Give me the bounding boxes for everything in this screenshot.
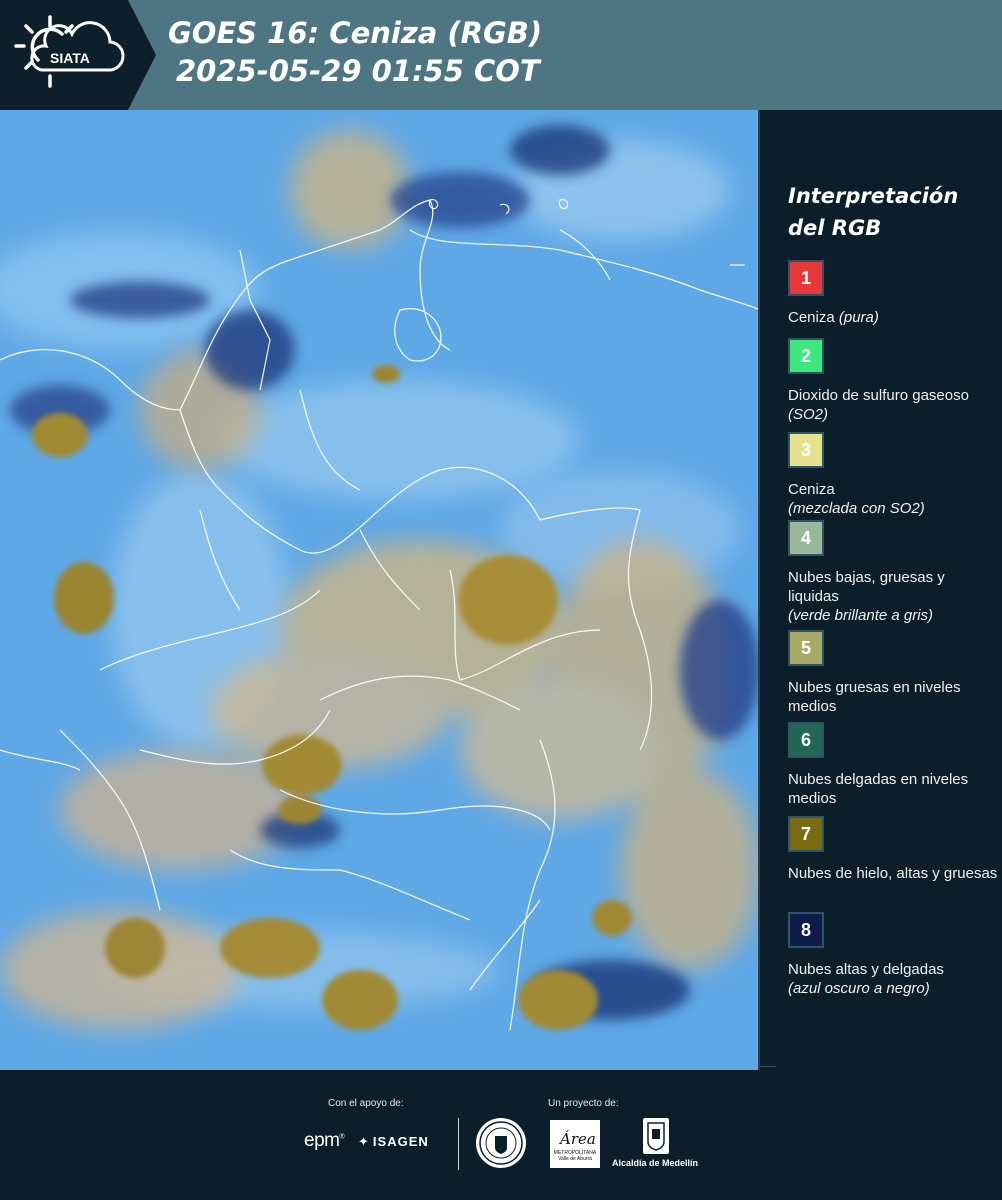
legend-label: Nubes altas y delgadas (azul oscuro a neg… [788,960,998,998]
legend-swatch: 3 [788,432,824,468]
legend-text: Nubes de hielo, altas y gruesas [788,865,998,882]
legend-text: Nubes gruesas en niveles medios [788,679,961,715]
divider [760,1066,776,1067]
legend-title-line2: del RGB [788,216,882,240]
legend-text: Ceniza [788,481,835,498]
project-label: Un proyecto de: [548,1098,619,1109]
legend-number: 7 [800,823,811,844]
legend-item-4: 4 Nubes bajas, gruesas y liquidas (verde … [788,520,998,625]
legend-text: Ceniza [788,309,839,326]
legend-title: Interpretación del RGB [788,180,958,244]
legend-number: 6 [800,729,811,750]
legend-number: 4 [800,527,811,548]
logo-block: SIATA [0,0,128,110]
footer: Con el apoyo de: Un proyecto de: epm® ✦ I… [0,1070,1002,1200]
legend-note: (azul oscuro a negro) [788,980,930,997]
medellin-seal-icon [476,1118,526,1168]
legend-swatch: 1 [788,260,824,296]
legend-swatch: 6 [788,722,824,758]
epm-logo: epm® [304,1130,345,1151]
legend-swatch: 8 [788,912,824,948]
isagen-logo-text: ISAGEN [372,1134,429,1149]
isagen-mark-icon: ✦ [358,1134,370,1149]
epm-logo-text: epm [304,1130,340,1151]
legend-label: Ceniza (mezclada con SO2) [788,480,998,518]
legend-swatch: 5 [788,630,824,666]
title-block: GOES 16: Ceniza (RGB) 2025-05-29 01:55 C… [168,14,542,90]
legend-note: (mezclada con SO2) [788,500,925,517]
legend-swatch: 2 [788,338,824,374]
legend-label: Dioxido de sulfuro gaseoso (SO2) [788,386,998,424]
timestamp: 2025-05-29 01:55 COT [176,54,540,88]
alcaldia-text: Alcaldía de Medellín [612,1158,699,1168]
area-sub: Valle de Aburrá [558,1156,592,1162]
legend-label: Ceniza (pura) [788,308,998,327]
legend-swatch: 7 [788,816,824,852]
support-label: Con el apoyo de: [328,1098,404,1109]
legend-number: 1 [800,267,811,288]
logo-arrow [128,0,156,110]
area-metropolitana-logo: Área METROPOLITANA Valle de Aburrá [550,1120,600,1168]
legend-text: Nubes bajas, gruesas y liquidas [788,569,945,605]
legend-item-1: 1 Ceniza (pura) [788,260,998,327]
legend-number: 5 [800,637,811,658]
legend-number: 2 [800,345,811,366]
alcaldia-shield-icon [643,1118,669,1154]
siata-logo-text: SIATA [50,50,90,66]
rgb-legend: Interpretación del RGB 1 Ceniza (pura) 2… [770,110,1002,1070]
legend-label: Nubes delgadas en niveles medios [788,770,998,808]
legend-note: (SO2) [788,406,829,423]
legend-text: Dioxido de sulfuro gaseoso [788,387,969,404]
legend-label: Nubes bajas, gruesas y liquidas (verde br… [788,568,998,625]
legend-label: Nubes de hielo, altas y gruesas [788,864,998,883]
area-metropolitana-text: METROPOLITANA Valle de Aburrá [550,1150,600,1162]
area-word: Área [558,1130,596,1148]
legend-label: Nubes gruesas en niveles medios [788,678,998,716]
legend-swatch: 4 [788,520,824,556]
map-canvas [0,110,758,1070]
legend-title-line1: Interpretación [788,184,959,208]
legend-note: (verde brillante a gris) [788,607,934,624]
legend-item-5: 5 Nubes gruesas en niveles medios [788,630,998,716]
footer-separator [458,1118,459,1170]
product-title: GOES 16: Ceniza (RGB) [168,16,543,50]
legend-item-3: 3 Ceniza (mezclada con SO2) [788,432,998,518]
legend-text: Nubes delgadas en niveles medios [788,771,969,807]
legend-number: 3 [800,439,811,460]
legend-item-7: 7 Nubes de hielo, altas y gruesas [788,816,998,883]
legend-number: 8 [800,919,811,940]
header: SIATA GOES 16: Ceniza (RGB) 2025-05-29 0… [0,0,1002,110]
isagen-logo: ✦ ISAGEN [358,1134,429,1150]
legend-item-6: 6 Nubes delgadas en niveles medios [788,722,998,808]
satellite-map[interactable] [0,110,760,1070]
legend-item-8: 8 Nubes altas y delgadas (azul oscuro a n… [788,912,998,998]
legend-note: (pura) [838,309,879,326]
legend-text: Nubes altas y delgadas [788,961,944,978]
siata-logo-icon: SIATA [14,15,125,88]
legend-item-2: 2 Dioxido de sulfuro gaseoso (SO2) [788,338,998,424]
area-metropolitana-icon: Área [558,1130,596,1148]
